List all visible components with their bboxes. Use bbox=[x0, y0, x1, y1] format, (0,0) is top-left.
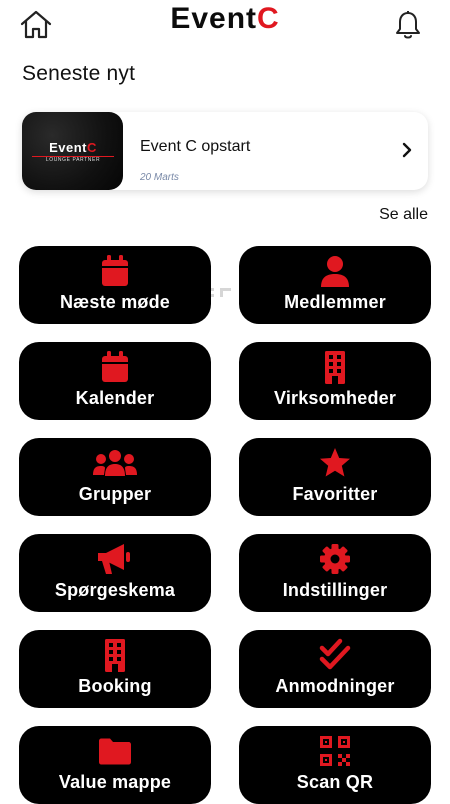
gear-icon bbox=[320, 544, 350, 574]
tile-label: Spørgeskema bbox=[54, 580, 176, 600]
logo-accent: C bbox=[257, 2, 280, 35]
tile-label: Kalender bbox=[75, 388, 155, 408]
notifications-button[interactable] bbox=[394, 10, 422, 40]
tile-booking[interactable]: Booking bbox=[19, 630, 211, 708]
megaphone-icon bbox=[98, 544, 130, 574]
building-icon bbox=[105, 639, 125, 672]
chevron-right-icon bbox=[402, 142, 412, 158]
tile-label: Anmodninger bbox=[275, 676, 395, 696]
qr-code-icon bbox=[320, 736, 350, 766]
person-icon bbox=[321, 256, 349, 287]
tile-anmodninger[interactable]: Anmodninger bbox=[239, 630, 431, 708]
tile-scan-qr[interactable]: Scan QR bbox=[239, 726, 431, 804]
thumbnail-logo: EventC bbox=[30, 141, 116, 155]
tile-label: Medlemmer bbox=[284, 292, 386, 312]
tile-label: Grupper bbox=[78, 484, 152, 504]
tile-spoergeskema[interactable]: Spørgeskema bbox=[19, 534, 211, 612]
thumbnail-logo-main: Event bbox=[49, 140, 87, 155]
tile-grupper[interactable]: Grupper bbox=[19, 438, 211, 516]
app-logo: EventC bbox=[0, 2, 450, 36]
tile-label: Scan QR bbox=[296, 772, 374, 792]
tile-label: Næste møde bbox=[59, 292, 171, 312]
tile-value-mappe[interactable]: Value mappe bbox=[19, 726, 211, 804]
building-icon bbox=[325, 351, 345, 384]
bell-icon bbox=[396, 11, 420, 39]
tile-virksomheder[interactable]: Virksomheder bbox=[239, 342, 431, 420]
thumbnail-logo-accent: C bbox=[87, 140, 97, 155]
tile-favoritter[interactable]: Favoritter bbox=[239, 438, 431, 516]
tile-naeste-moede[interactable]: Næste møde bbox=[19, 246, 211, 324]
group-icon bbox=[93, 450, 137, 476]
thumbnail-subtitle: LOUNGE PARTNER bbox=[32, 156, 114, 164]
tile-label: Favoritter bbox=[292, 484, 378, 504]
news-thumbnail: EventC LOUNGE PARTNER bbox=[22, 112, 123, 190]
tile-label: Indstillinger bbox=[282, 580, 388, 600]
calendar-icon bbox=[102, 255, 128, 286]
top-bar: EventC bbox=[0, 0, 450, 50]
tile-medlemmer[interactable]: Medlemmer bbox=[239, 246, 431, 324]
logo-main: Event bbox=[170, 2, 258, 35]
tile-indstillinger[interactable]: Indstillinger bbox=[239, 534, 431, 612]
folder-icon bbox=[99, 738, 131, 765]
news-title: Event C opstart bbox=[140, 138, 251, 155]
double-check-icon bbox=[319, 638, 351, 670]
see-all-link[interactable]: Se alle bbox=[379, 206, 428, 224]
star-icon bbox=[320, 448, 350, 477]
tile-label: Value mappe bbox=[58, 772, 172, 792]
tile-kalender[interactable]: Kalender bbox=[19, 342, 211, 420]
news-card[interactable]: EventC LOUNGE PARTNER Event C opstart 20… bbox=[22, 112, 428, 190]
news-date: 20 Marts bbox=[140, 172, 179, 183]
section-title-news: Seneste nyt bbox=[22, 62, 136, 85]
calendar-icon bbox=[102, 351, 128, 382]
tile-label: Booking bbox=[78, 676, 152, 696]
tile-label: Virksomheder bbox=[273, 388, 397, 408]
